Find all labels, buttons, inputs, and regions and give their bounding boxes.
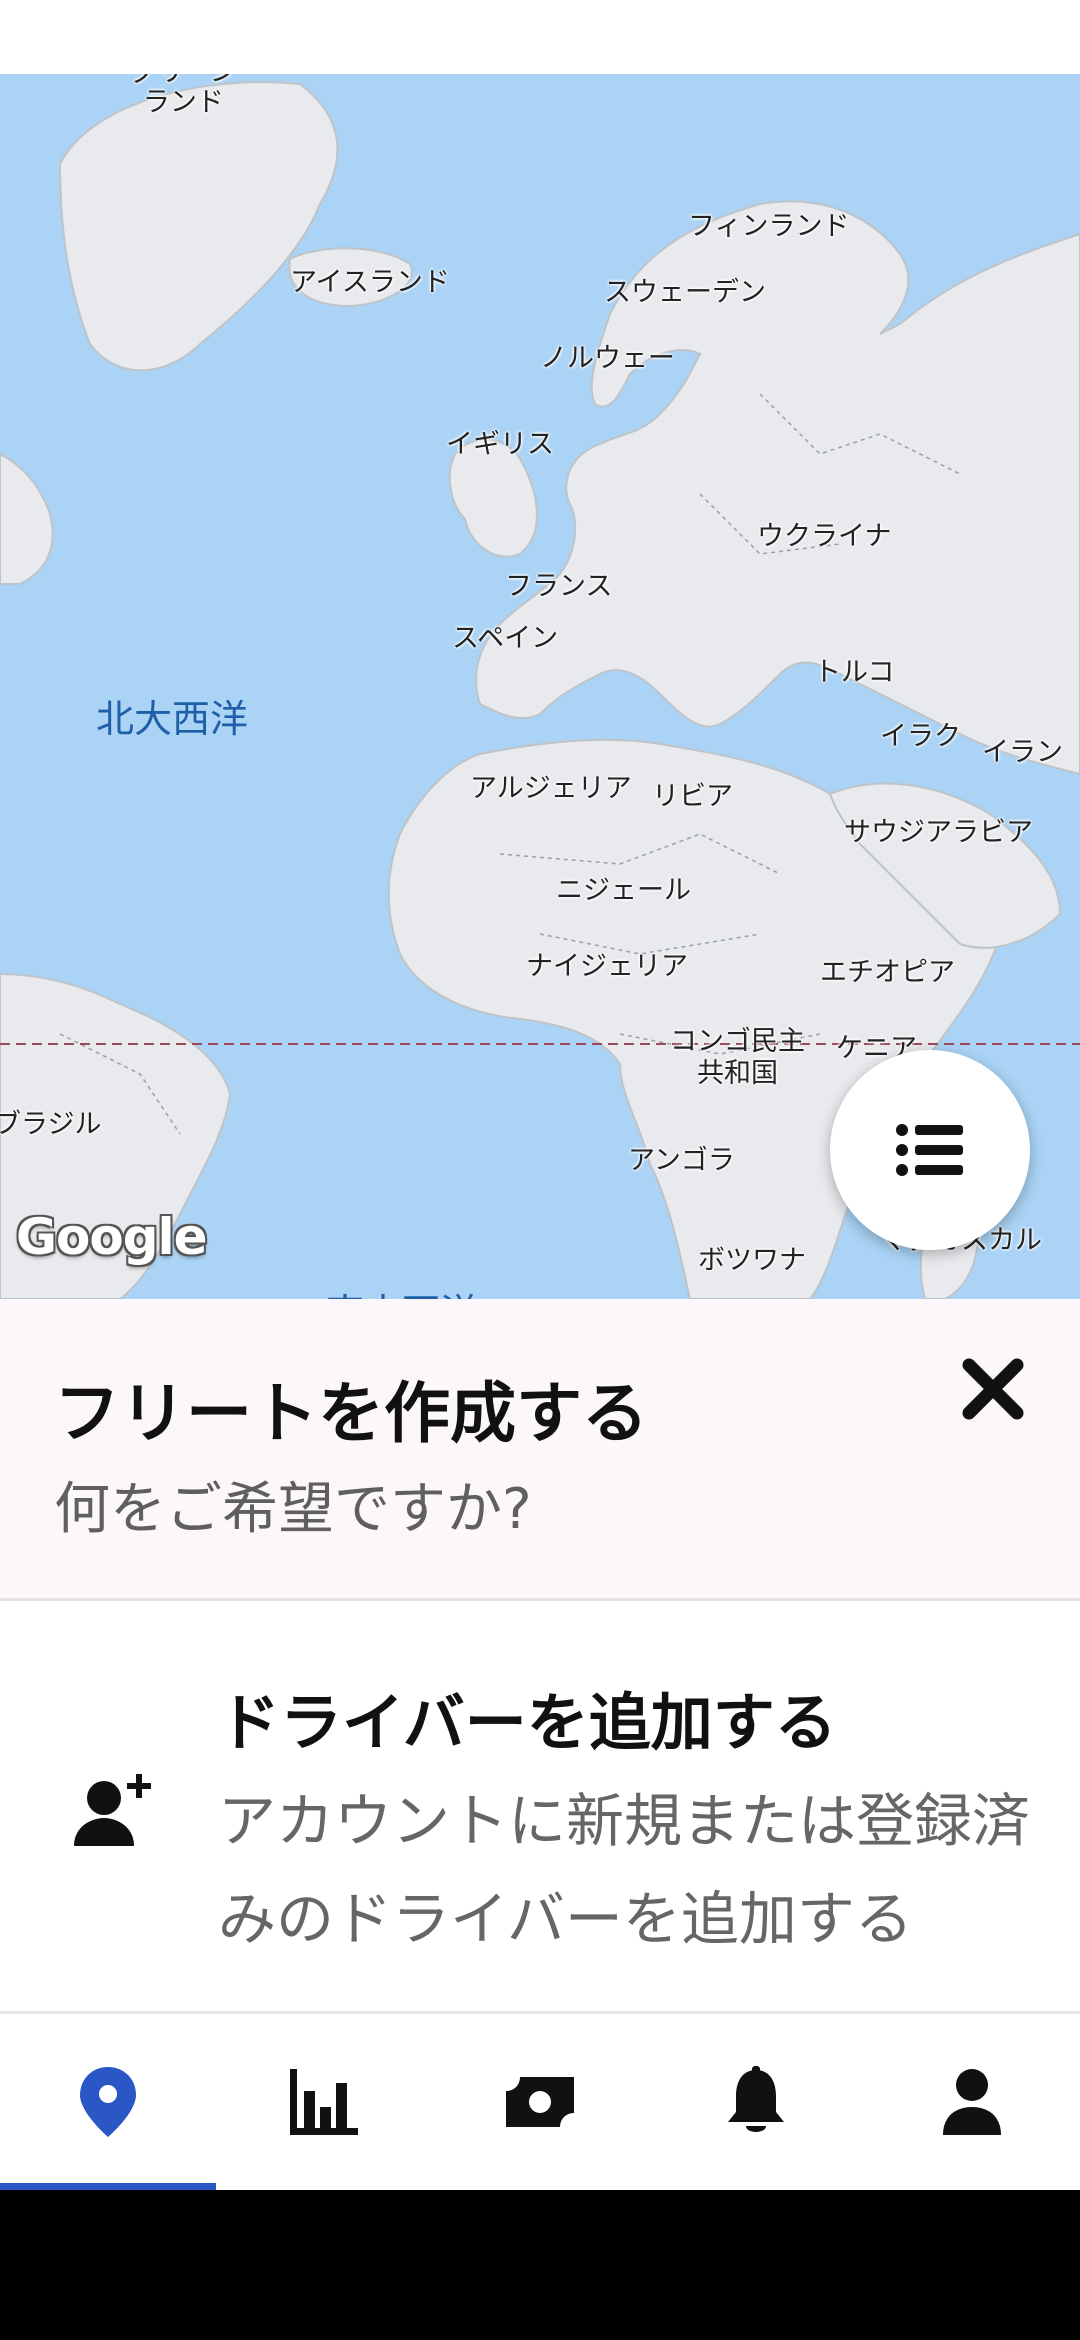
status-bar [0, 0, 1080, 74]
nav-item-stats[interactable] [216, 2014, 432, 2190]
map-label-nigeria: ナイジェリア [526, 951, 688, 982]
map-label-iraq: イラク [880, 721, 961, 752]
bell-icon [728, 2066, 784, 2132]
map-label-uk: イギリス [446, 429, 554, 460]
ocean-label-south-atlantic: 南大西洋 [326, 1282, 478, 1299]
map-label-libya: リビア [652, 781, 733, 812]
map-label-iceland: アイスランド [290, 267, 450, 298]
money-icon [506, 2077, 574, 2127]
map-label-finland: フィンランド [688, 211, 850, 242]
map-label-botswana: ボツワナ [698, 1245, 806, 1276]
nav-item-map[interactable] [0, 2014, 216, 2190]
map-label-turkey: トルコ [814, 657, 895, 688]
nav-item-notifications[interactable] [648, 2014, 864, 2190]
person-icon [943, 2069, 1001, 2135]
bottom-navigation [0, 2014, 1080, 2190]
nav-active-indicator [0, 2183, 216, 2190]
list-view-button[interactable] [830, 1050, 1030, 1250]
map-label-niger: ニジェール [556, 875, 691, 906]
bar-chart-icon [290, 2069, 358, 2135]
list-icon [896, 1124, 963, 1176]
map-label-angola: アンゴラ [628, 1145, 735, 1176]
map-label-algeria: アルジェリア [470, 773, 632, 804]
map-label-iran: イラン [982, 737, 1063, 768]
map-label-saudi: サウジアラビア [844, 817, 1033, 848]
close-button[interactable] [950, 1346, 1036, 1432]
map-pin-icon [80, 2067, 136, 2137]
create-fleet-subtitle: 何をご希望ですか? [54, 1477, 532, 1542]
add-driver-description: アカウントに新規または登録済みのドライバーを追加する [218, 1787, 1031, 1953]
google-logo: Google [16, 1208, 208, 1266]
add-driver-title: ドライバーを追加する [218, 1686, 837, 1759]
map-label-drc: コンゴ民主 共和国 [670, 1026, 805, 1089]
map-label-ethiopia: エチオピア [820, 957, 955, 988]
map-label-spain: スペイン [452, 623, 559, 654]
map-label-norway: ノルウェー [540, 343, 675, 374]
map-label-ukraine: ウクライナ [757, 521, 892, 552]
close-icon [962, 1358, 1024, 1420]
nav-item-profile[interactable] [864, 2014, 1080, 2190]
map-label-greenland: グリーンランド [130, 74, 237, 118]
nav-item-earnings[interactable] [432, 2014, 648, 2190]
map-label-brazil: ブラジル [0, 1109, 102, 1140]
map-label-france: フランス [505, 571, 613, 602]
ocean-label-north-atlantic: 北大西洋 [96, 697, 249, 741]
map-label-sweden: スウェーデン [604, 277, 766, 308]
add-person-icon [70, 1768, 160, 1858]
create-fleet-title: フリートを作成する [54, 1375, 648, 1452]
system-navigation-bar [0, 2190, 1080, 2340]
